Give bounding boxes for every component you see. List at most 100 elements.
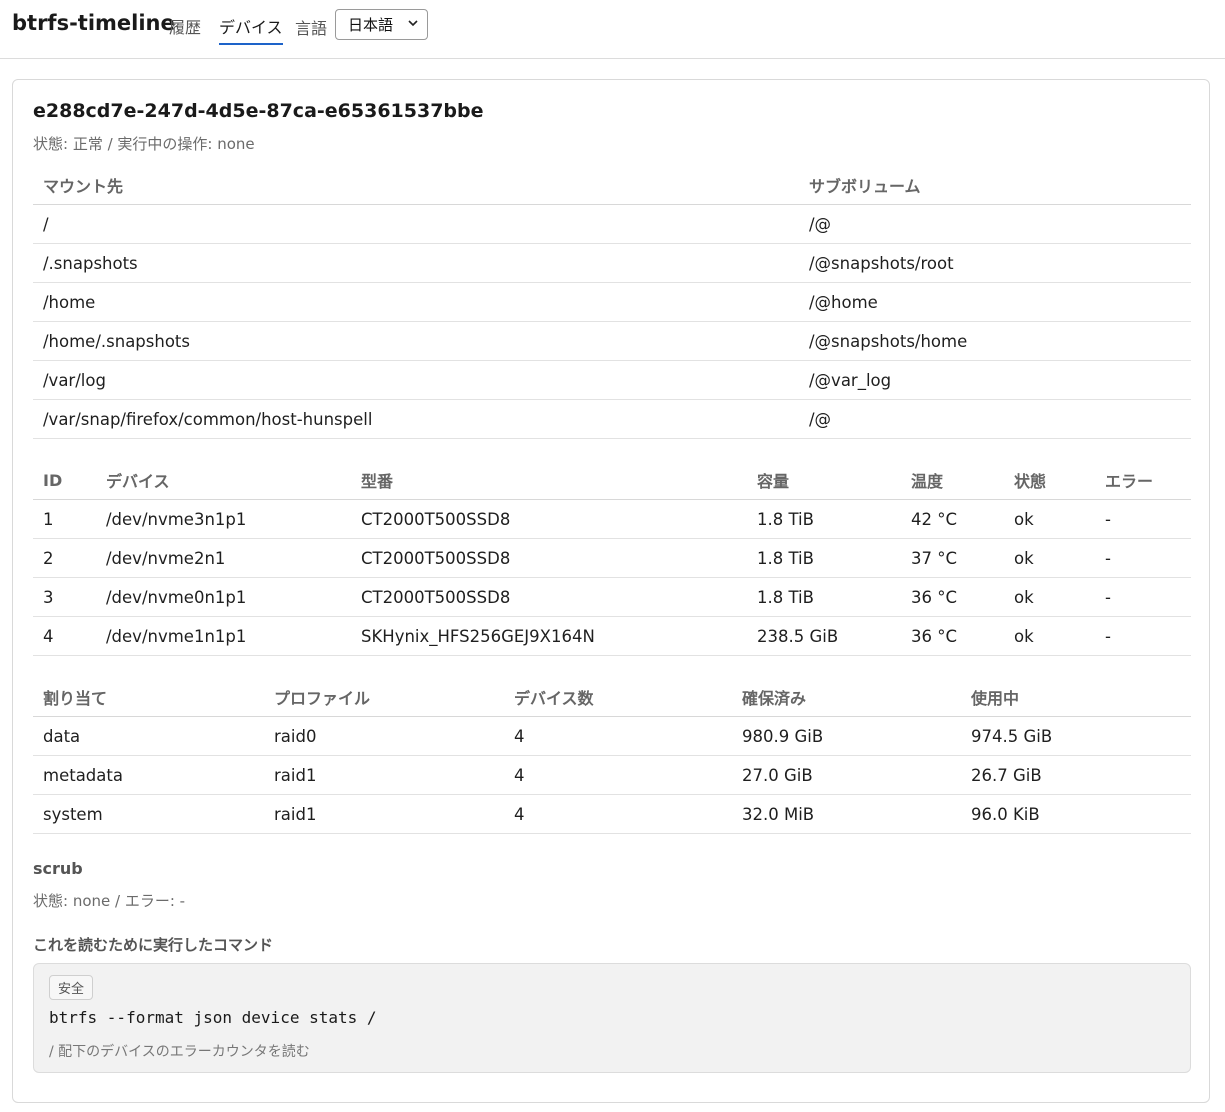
alloc-used: 974.5 GiB [961,716,1191,756]
app-title[interactable]: btrfs-timeline [12,11,175,35]
scrub-title: scrub [33,859,83,878]
table-row: /home/.snapshots /@snapshots/home [33,321,1191,361]
devices-header-row: ID デバイス 型番 容量 温度 状態 エラー [33,461,1191,500]
subvolume: /@snapshots/home [799,321,1191,361]
alloc-profile: raid0 [264,716,504,756]
mounts-table: マウント先 サブボリューム / /@ /.snapshots /@snapsho… [33,166,1191,439]
device-path: /dev/nvme2n1 [96,538,351,578]
device-errors: - [1095,616,1191,656]
device-model: CT2000T500SSD8 [351,499,747,539]
alloc-used: 96.0 KiB [961,794,1191,834]
allocation-header-row: 割り当て プロファイル デバイス数 確保済み 使用中 [33,678,1191,717]
device-size: 1.8 TiB [747,499,901,539]
mounts-header-row: マウント先 サブボリューム [33,166,1191,205]
alloc-profile: raid1 [264,794,504,834]
table-row: 2 /dev/nvme2n1 CT2000T500SSD8 1.8 TiB 37… [33,538,1191,578]
alloc-device-count: 4 [504,794,732,834]
filesystem-uuid: e288cd7e-247d-4d5e-87ca-e65361537bbe [33,100,484,122]
device-temp: 36 °C [901,616,1004,656]
allocation-header-reserved: 確保済み [732,678,961,717]
language-select-value: 日本語 [348,16,394,34]
filesystem-status: 状態: 正常 / 実行中の操作: none [33,135,255,153]
allocation-header-type: 割り当て [33,678,264,717]
device-temp: 42 °C [901,499,1004,539]
devices-header-model: 型番 [351,461,747,500]
command-box: 安全 btrfs --format json device stats / / … [33,963,1191,1073]
alloc-type: system [33,794,264,834]
device-errors: - [1095,577,1191,617]
table-row: data raid0 4 980.9 GiB 974.5 GiB [33,716,1191,756]
mount-path: /home/.snapshots [33,321,799,361]
filesystem-card: e288cd7e-247d-4d5e-87ca-e65361537bbe 状態:… [12,79,1210,1103]
device-temp: 36 °C [901,577,1004,617]
command-text: btrfs --format json device stats / [49,1008,377,1027]
table-row: /var/snap/firefox/common/host-hunspell /… [33,399,1191,439]
device-path: /dev/nvme1n1p1 [96,616,351,656]
devices-header-state: 状態 [1004,461,1095,500]
alloc-reserved: 32.0 MiB [732,794,961,834]
device-errors: - [1095,499,1191,539]
device-state: ok [1004,616,1095,656]
nav-history[interactable]: 履歴 [169,14,201,38]
table-row: system raid1 4 32.0 MiB 96.0 KiB [33,794,1191,834]
devices-header-errors: エラー [1095,461,1191,500]
device-id: 3 [33,577,96,617]
device-model: CT2000T500SSD8 [351,577,747,617]
subvolume: /@home [799,282,1191,322]
mounts-header-subvol: サブボリューム [799,166,1191,205]
subvolume: /@var_log [799,360,1191,400]
device-temp: 37 °C [901,538,1004,578]
scrub-status: 状態: none / エラー: - [33,892,186,910]
device-id: 2 [33,538,96,578]
language-label: 言語 [295,19,328,38]
table-row: /home /@home [33,282,1191,322]
language-select[interactable]: 日本語 [335,9,428,40]
device-state: ok [1004,577,1095,617]
alloc-reserved: 27.0 GiB [732,755,961,795]
mount-path: / [33,204,799,244]
alloc-type: data [33,716,264,756]
top-bar: btrfs-timeline 履歴 デバイス 言語 日本語 [0,0,1225,59]
allocation-header-profile: プロファイル [264,678,504,717]
alloc-used: 26.7 GiB [961,755,1191,795]
allocation-header-used: 使用中 [961,678,1191,717]
device-size: 238.5 GiB [747,616,901,656]
subvolume: /@snapshots/root [799,243,1191,283]
alloc-device-count: 4 [504,755,732,795]
command-description: / 配下のデバイスのエラーカウンタを読む [49,1044,310,1060]
table-row: /.snapshots /@snapshots/root [33,243,1191,283]
alloc-reserved: 980.9 GiB [732,716,961,756]
devices-header-device: デバイス [96,461,351,500]
table-row: 4 /dev/nvme1n1p1 SKHynix_HFS256GEJ9X164N… [33,616,1191,656]
devices-header-size: 容量 [747,461,901,500]
device-model: CT2000T500SSD8 [351,538,747,578]
safe-badge: 安全 [49,975,94,1000]
subvolume: /@ [799,399,1191,439]
device-errors: - [1095,538,1191,578]
mount-path: /var/log [33,360,799,400]
mount-path: /.snapshots [33,243,799,283]
device-size: 1.8 TiB [747,577,901,617]
mount-path: /home [33,282,799,322]
device-id: 4 [33,616,96,656]
table-row: / /@ [33,204,1191,244]
device-path: /dev/nvme0n1p1 [96,577,351,617]
table-row: 3 /dev/nvme0n1p1 CT2000T500SSD8 1.8 TiB … [33,577,1191,617]
device-path: /dev/nvme3n1p1 [96,499,351,539]
table-row: /var/log /@var_log [33,360,1191,400]
chevron-down-icon [408,20,418,27]
alloc-device-count: 4 [504,716,732,756]
devices-table: ID デバイス 型番 容量 温度 状態 エラー 1 /dev/nvme3n1p1… [33,461,1191,656]
allocation-header-count: デバイス数 [504,678,732,717]
table-row: metadata raid1 4 27.0 GiB 26.7 GiB [33,755,1191,795]
subvolume: /@ [799,204,1191,244]
devices-header-temp: 温度 [901,461,1004,500]
table-row: 1 /dev/nvme3n1p1 CT2000T500SSD8 1.8 TiB … [33,499,1191,539]
device-state: ok [1004,499,1095,539]
command-section-title: これを読むために実行したコマンド [33,936,274,954]
alloc-type: metadata [33,755,264,795]
nav-devices[interactable]: デバイス [219,14,283,45]
devices-header-id: ID [33,461,96,500]
allocation-table: 割り当て プロファイル デバイス数 確保済み 使用中 data raid0 4 … [33,678,1191,834]
mount-path: /var/snap/firefox/common/host-hunspell [33,399,799,439]
